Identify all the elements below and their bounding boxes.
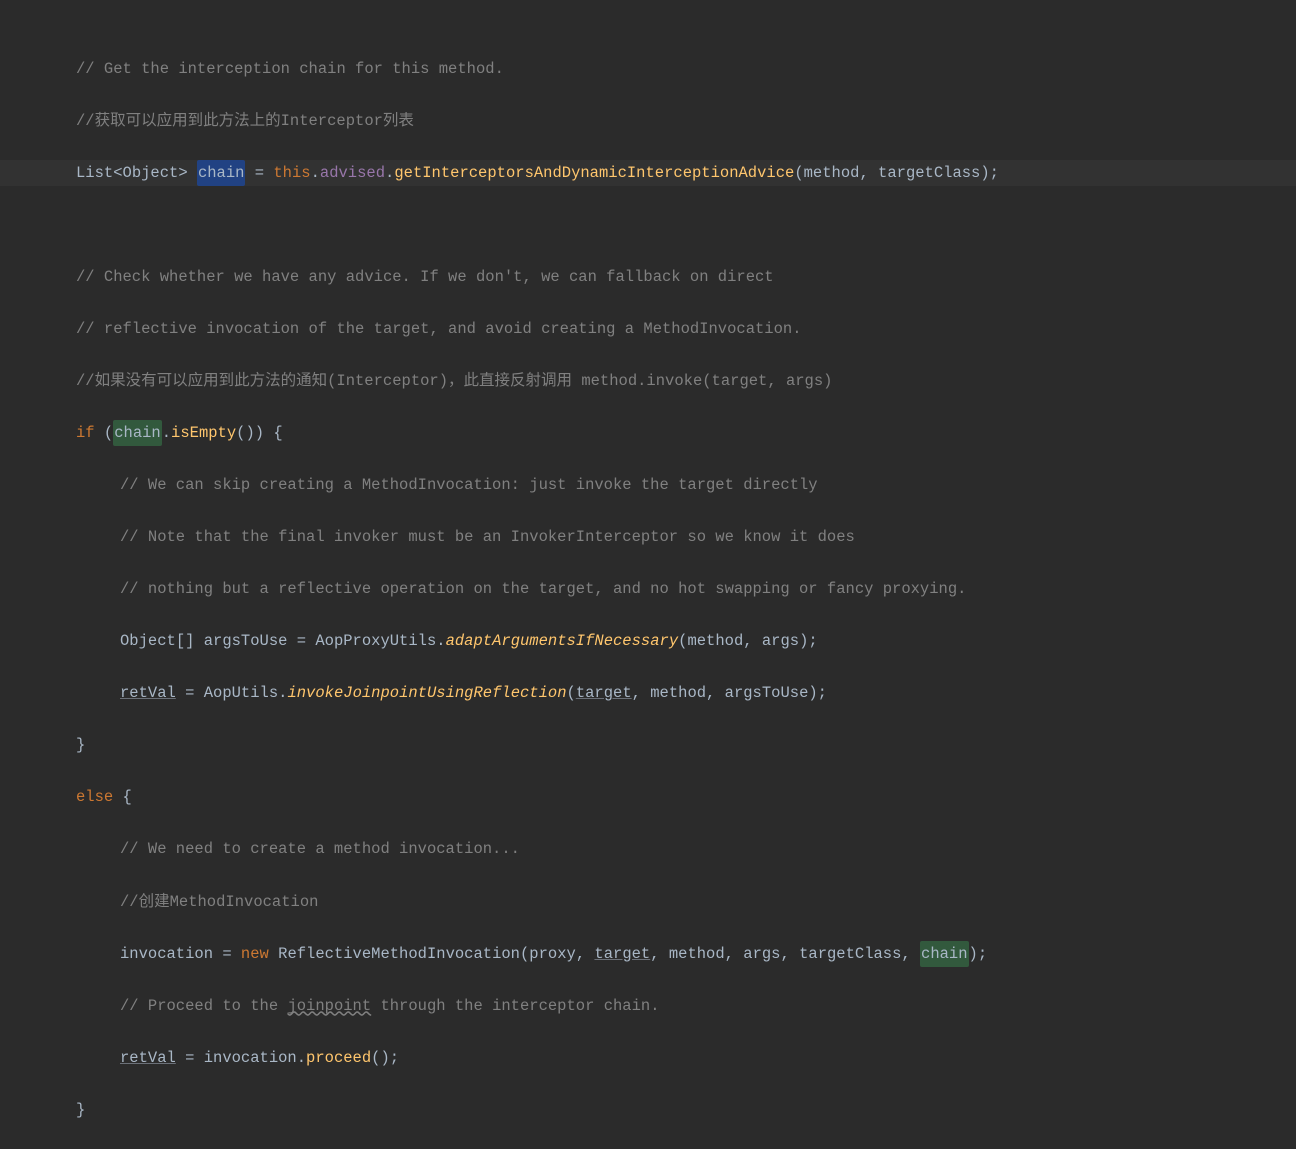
code-line: } [0, 1097, 1296, 1123]
brace-close: } [76, 732, 85, 758]
code-line-current: List<Object> chain = this.advised.getInt… [0, 160, 1296, 186]
keyword-new: new [241, 941, 278, 967]
comment: // nothing but a reflective operation on… [120, 576, 966, 602]
comment: // Check whether we have any advice. If … [76, 264, 774, 290]
comment: // We can skip creating a MethodInvocati… [120, 472, 818, 498]
comment: // Note that the final invoker must be a… [120, 524, 855, 550]
code-line: // We need to create a method invocation… [0, 837, 1296, 863]
code-line: // Get the interception chain for this m… [0, 56, 1296, 82]
field-advised: advised [320, 160, 385, 186]
code-line: if (chain.isEmpty()) { [0, 420, 1296, 446]
comment: // reflective invocation of the target, … [76, 316, 802, 342]
code-line: retVal = AopUtils.invokeJoinpointUsingRe… [0, 680, 1296, 706]
code-line: Object[] argsToUse = AopProxyUtils.adapt… [0, 628, 1296, 654]
code-editor[interactable]: // Get the interception chain for this m… [0, 0, 1296, 1149]
var-chain-usage: chain [920, 941, 969, 967]
comment: //获取可以应用到此方法上的Interceptor列表 [76, 108, 414, 134]
code-line: retVal = invocation.proceed(); [0, 1045, 1296, 1071]
method-call: proceed [306, 1045, 371, 1071]
code-line: //如果没有可以应用到此方法的通知(Interceptor)，此直接反射调用 m… [0, 368, 1296, 394]
keyword-this: this [273, 160, 310, 186]
code-line: // nothing but a reflective operation on… [0, 576, 1296, 602]
var-chain-selected: chain [197, 160, 246, 186]
code-line: // We can skip creating a MethodInvocati… [0, 472, 1296, 498]
static-method: invokeJoinpointUsingReflection [287, 680, 566, 706]
var-retval: retVal [120, 680, 176, 706]
var-chain-usage: chain [113, 420, 162, 446]
comment: //创建MethodInvocation [120, 889, 318, 915]
static-method: adaptArgumentsIfNecessary [446, 628, 679, 654]
typo-warning: joinpoint [287, 993, 371, 1019]
comment: // We need to create a method invocation… [120, 836, 520, 862]
code-line: // Note that the final invoker must be a… [0, 524, 1296, 550]
code-line: // reflective invocation of the target, … [0, 316, 1296, 342]
code-line: } [0, 732, 1296, 758]
code-line: invocation = new ReflectiveMethodInvocat… [0, 941, 1296, 967]
method-call: getInterceptorsAndDynamicInterceptionAdv… [394, 160, 794, 186]
type: List [76, 160, 113, 186]
var-retval: retVal [120, 1045, 176, 1071]
code-line: else { [0, 784, 1296, 810]
keyword-else: else [76, 784, 123, 810]
code-line: //获取可以应用到此方法上的Interceptor列表 [0, 108, 1296, 134]
blank-line [0, 212, 1296, 238]
method-call: isEmpty [171, 420, 236, 446]
code-line: //创建MethodInvocation [0, 889, 1296, 915]
comment: // Get the interception chain for this m… [76, 56, 504, 82]
comment: //如果没有可以应用到此方法的通知(Interceptor)，此直接反射调用 m… [76, 368, 832, 394]
brace-close: } [76, 1097, 85, 1123]
code-line: // Check whether we have any advice. If … [0, 264, 1296, 290]
keyword-if: if [76, 420, 104, 446]
code-line: // Proceed to the joinpoint through the … [0, 993, 1296, 1019]
